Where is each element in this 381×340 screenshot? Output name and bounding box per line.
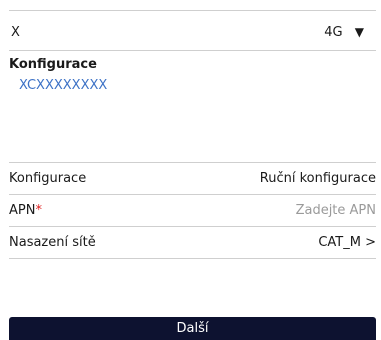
- serial-number: XCXXXXXXXX: [19, 78, 108, 93]
- network-type-value: 4G: [324, 24, 343, 40]
- required-asterisk: *: [35, 203, 42, 218]
- deployment-value: CAT_M >: [318, 235, 376, 250]
- section-title: Konfigurace: [9, 57, 97, 72]
- network-row: X 4G ▼: [9, 22, 376, 42]
- apn-label-group: APN*: [9, 203, 42, 218]
- next-button[interactable]: Další: [9, 317, 376, 340]
- top-divider: [9, 10, 376, 11]
- config-value: Ruční konfigurace: [259, 171, 376, 186]
- deployment-row[interactable]: Nasazení sítě CAT_M >: [9, 227, 376, 258]
- form-bottom-divider: [9, 258, 376, 259]
- apn-row: APN* Zadejte APN: [9, 195, 376, 226]
- apn-label: APN: [9, 203, 36, 218]
- config-row[interactable]: Konfigurace Ruční konfigurace: [9, 163, 376, 194]
- config-label: Konfigurace: [9, 171, 87, 186]
- network-type-dropdown[interactable]: 4G ▼: [324, 25, 376, 40]
- chevron-down-icon: ▼: [354, 24, 364, 39]
- deployment-label: Nasazení sítě: [9, 235, 96, 250]
- apn-input[interactable]: Zadejte APN: [296, 203, 376, 218]
- header-left-label: X: [11, 24, 20, 40]
- header-divider: [9, 50, 376, 51]
